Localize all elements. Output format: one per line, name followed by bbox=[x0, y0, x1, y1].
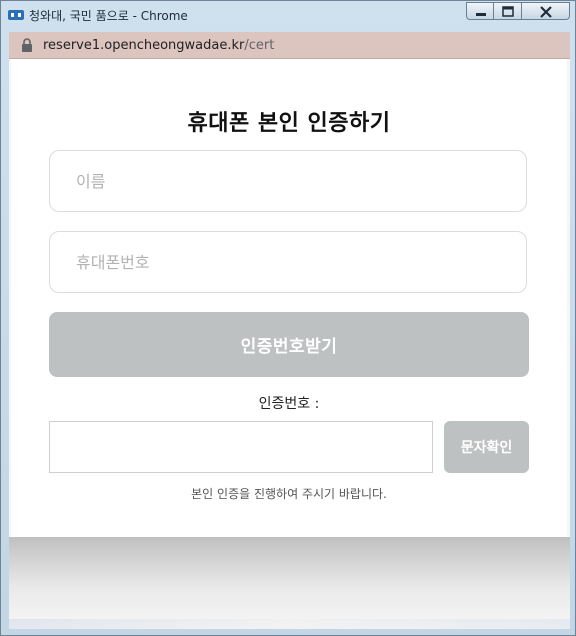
verification-code-input[interactable] bbox=[49, 421, 433, 473]
maximize-button[interactable] bbox=[494, 2, 522, 20]
page-viewport: 휴대폰 본인 인증하기 인증번호받기 인증번호 : 문자확인 본인 인증을 진행… bbox=[9, 59, 570, 629]
verification-code-label: 인증번호 : bbox=[258, 396, 320, 412]
url-text: reserve1.opencheongwadae.kr/cert bbox=[43, 38, 274, 53]
modal-shadow bbox=[9, 537, 570, 629]
browser-window: 청와대, 국민 품으로 - Chrome reserve1.opencheong… bbox=[0, 0, 576, 636]
site-favicon-icon bbox=[8, 10, 24, 20]
url-path: /cert bbox=[244, 38, 275, 53]
url-host: reserve1.opencheongwadae.kr bbox=[43, 38, 245, 53]
lock-icon bbox=[22, 38, 32, 52]
request-code-button[interactable]: 인증번호받기 bbox=[49, 312, 529, 377]
maximize-icon bbox=[502, 6, 514, 17]
window-title: 청와대, 국민 품으로 - Chrome bbox=[29, 9, 188, 23]
title-bar[interactable]: 청와대, 국민 품으로 - Chrome bbox=[1, 1, 575, 31]
phone-verification-modal: 휴대폰 본인 인증하기 인증번호받기 인증번호 : 문자확인 본인 인증을 진행… bbox=[11, 59, 567, 537]
phone-number-input[interactable] bbox=[49, 231, 527, 293]
close-icon bbox=[540, 6, 552, 18]
minimize-button[interactable] bbox=[466, 2, 494, 20]
name-input[interactable] bbox=[49, 150, 527, 212]
minimize-icon bbox=[476, 13, 486, 16]
modal-title: 휴대폰 본인 인증하기 bbox=[187, 111, 391, 136]
instruction-text: 본인 인증을 진행하여 주시기 바랍니다. bbox=[191, 487, 387, 501]
close-window-button[interactable] bbox=[522, 2, 570, 20]
verify-sms-button[interactable]: 문자확인 bbox=[444, 421, 529, 473]
address-bar[interactable]: reserve1.opencheongwadae.kr/cert bbox=[9, 32, 570, 59]
